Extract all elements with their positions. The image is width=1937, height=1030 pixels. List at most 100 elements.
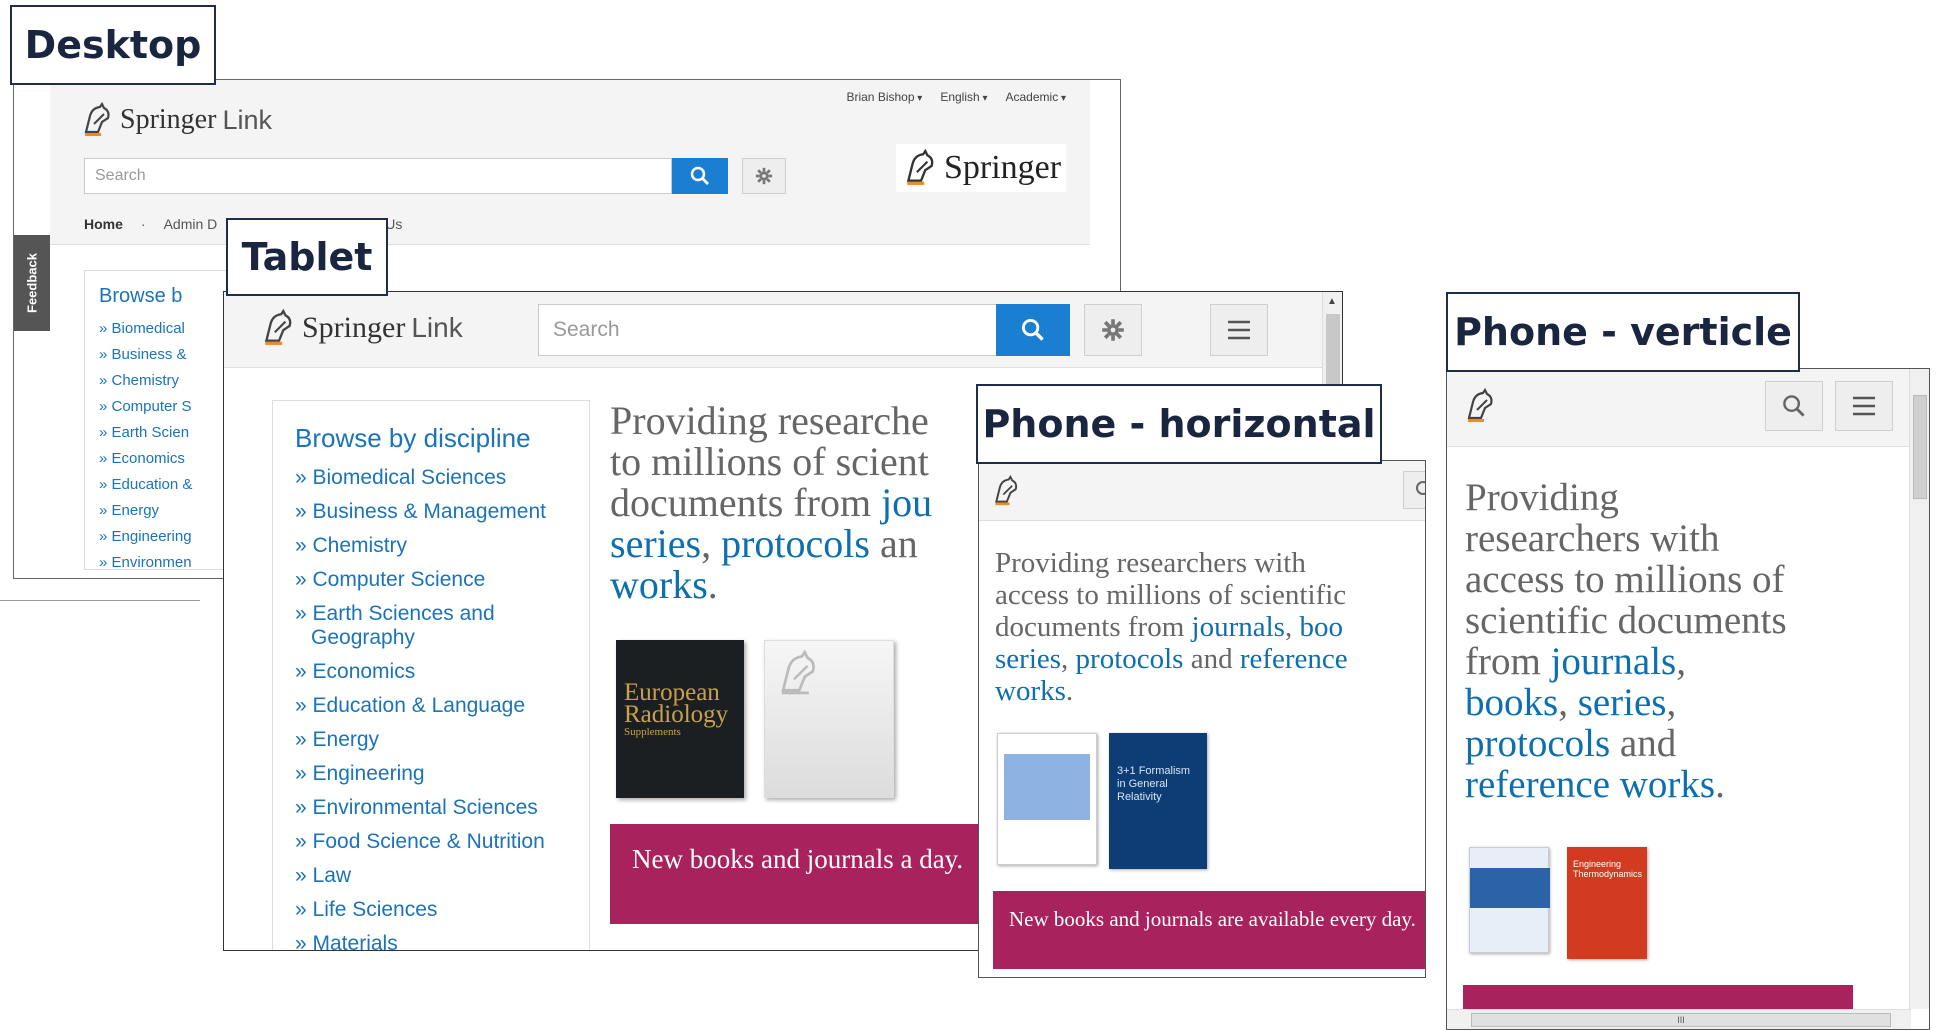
phone-v-header [1447, 369, 1911, 447]
label-phone-vertical: Phone - verticle [1446, 292, 1800, 372]
search-input[interactable]: Search [538, 304, 998, 356]
desktop-bottom-edge [0, 600, 200, 604]
discipline-link[interactable]: » Biomedical Sciences [295, 466, 589, 490]
discipline-link[interactable]: » Earth Sciences and Geography [295, 602, 589, 650]
discipline-link[interactable]: » Law [295, 864, 589, 888]
tagline-line: researchers with [1465, 517, 1720, 560]
settings-button[interactable] [742, 158, 786, 194]
search-input[interactable]: Search [84, 158, 672, 194]
tagline-text: documents from [610, 480, 882, 525]
protocols-link[interactable]: protocols [721, 521, 870, 566]
menu-button[interactable] [1835, 381, 1893, 431]
reference-link[interactable]: reference [1240, 643, 1348, 675]
journals-link[interactable]: journals [1551, 640, 1677, 683]
tagline-text: an [869, 521, 918, 566]
discipline-link[interactable]: » Engineering [295, 762, 589, 786]
desktop-top-links: Brian Bishop English Academic [846, 90, 1066, 104]
new-content-banner[interactable]: New books and journals are available eve… [993, 891, 1425, 969]
protocols-link[interactable]: protocols [1076, 643, 1184, 675]
protocols-link[interactable]: protocols [1465, 722, 1610, 765]
tagline-line: works. [995, 675, 1425, 707]
works-link[interactable]: works [995, 675, 1066, 707]
new-content-banner[interactable]: New books and journals a day. [610, 824, 1030, 924]
settings-button[interactable] [1084, 304, 1142, 356]
journal-cover[interactable] [997, 733, 1097, 865]
language-menu[interactable]: English [940, 90, 987, 104]
tagline-line: series, protocols and reference [995, 643, 1425, 675]
tagline-line: access to millions of scientific [995, 579, 1347, 611]
tagline-line: documents from journals, boo [995, 611, 1425, 643]
discipline-link[interactable]: » Life Sciences [295, 898, 589, 922]
magnifier-icon [1416, 481, 1425, 495]
springer-horse-icon [902, 148, 938, 188]
user-menu[interactable]: Brian Bishop [846, 90, 922, 104]
journals-link[interactable]: journals [1192, 611, 1285, 643]
tagline-line: books, series, [1465, 682, 1895, 723]
search-button[interactable] [996, 304, 1070, 356]
vertical-scrollbar[interactable] [1909, 369, 1929, 1009]
tagline-text: , [1666, 681, 1677, 724]
tagline-text: , [1061, 643, 1076, 675]
nav-home[interactable]: Home [84, 216, 123, 232]
series-link[interactable]: series [995, 643, 1061, 675]
browse-panel: Browse by discipline » Biomedical Scienc… [272, 400, 590, 950]
tagline-text: and [1183, 643, 1240, 675]
tagline-text: from [1465, 640, 1551, 683]
discipline-link[interactable]: » Food Science & Nutrition [295, 830, 589, 854]
search-button[interactable] [1765, 381, 1823, 431]
tablet-header: Springer Link Search [224, 292, 1324, 368]
search-icon [690, 166, 709, 185]
springer-horse-icon[interactable] [991, 475, 1021, 507]
search-button[interactable] [672, 158, 728, 194]
menu-icon [1853, 396, 1875, 416]
menu-button[interactable] [1210, 304, 1268, 356]
scroll-thumb[interactable] [1913, 395, 1927, 499]
tagline-text: , [1284, 611, 1300, 643]
scroll-thumb[interactable]: III [1471, 1013, 1891, 1027]
scroll-up-icon[interactable]: ▲ [1327, 296, 1337, 307]
springerlink-logo[interactable]: Springer Link [260, 308, 463, 348]
nav-admin[interactable]: Admin D [164, 216, 218, 232]
works-link[interactable]: works [610, 562, 708, 607]
discipline-link[interactable]: » Computer Science [295, 568, 589, 592]
label-phone-horizontal: Phone - horizontal [976, 384, 1382, 464]
brand-link: Link [411, 312, 463, 343]
desktop-header: Brian Bishop English Academic Springer L… [50, 80, 1090, 245]
discipline-link[interactable]: » Education & Language [295, 694, 589, 718]
book-cover[interactable]: Engineering Thermodynamics [1567, 847, 1647, 959]
tagline-line: Providing researchers with [995, 547, 1306, 579]
discipline-link[interactable]: » Energy [295, 728, 589, 752]
journals-link[interactable]: jou [881, 480, 932, 525]
discipline-link[interactable]: » Chemistry [295, 534, 589, 558]
springer-horse-icon[interactable] [1463, 387, 1497, 425]
phone-h-header [979, 461, 1425, 521]
books-link[interactable]: books [1465, 681, 1558, 724]
series-link[interactable]: series [610, 521, 701, 566]
series-link[interactable]: series [1578, 681, 1667, 724]
tagline-text: , [1558, 681, 1578, 724]
tagline-line: Providing [1465, 476, 1619, 519]
browse-title: Browse by discipline [295, 423, 531, 453]
discipline-link[interactable]: » Business & Management [295, 500, 589, 524]
cover-subtitle: Supplements [624, 726, 681, 738]
cover-graphic [1004, 754, 1090, 820]
books-link[interactable]: boo [1299, 611, 1343, 643]
discipline-link[interactable]: » Environmental Sciences [295, 796, 589, 820]
feedback-tab[interactable]: Feedback [14, 235, 50, 331]
reference-works-link[interactable]: reference works [1465, 763, 1715, 806]
search-button[interactable] [1403, 471, 1425, 509]
tagline-line: reference works. [1465, 764, 1895, 805]
featured-covers: 3+1 Formalism in General Relativity [997, 733, 1207, 869]
phone-horizontal-screenshot: Providing researchers with access to mil… [978, 460, 1426, 978]
academic-menu[interactable]: Academic [1006, 90, 1067, 104]
discipline-link[interactable]: » Materials [295, 932, 589, 950]
springerlink-logo[interactable]: Springer Link [80, 102, 272, 138]
tagline-text: . [1065, 675, 1074, 707]
journal-cover[interactable]: European Radiology Supplements [616, 640, 744, 798]
horizontal-scrollbar[interactable]: III [1447, 1009, 1911, 1029]
journal-cover[interactable] [1469, 847, 1550, 953]
cover-title: European Radiology [624, 679, 729, 728]
placeholder-cover[interactable] [764, 640, 894, 798]
discipline-link[interactable]: » Economics [295, 660, 589, 684]
book-cover[interactable]: 3+1 Formalism in General Relativity [1109, 733, 1207, 869]
